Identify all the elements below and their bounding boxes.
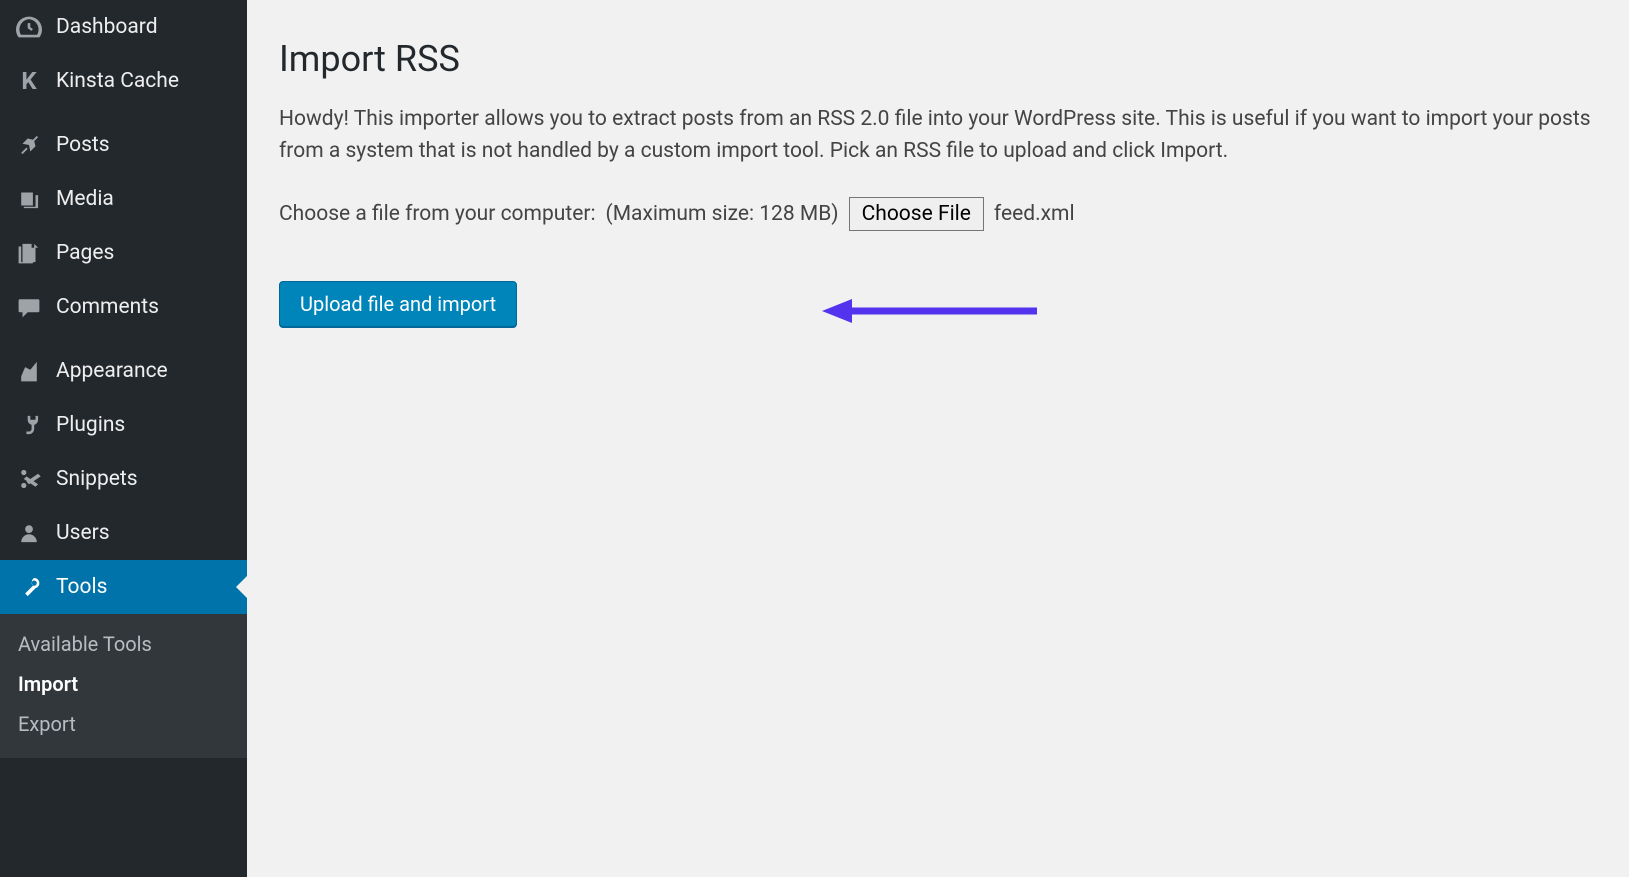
sidebar-item-label: Kinsta Cache xyxy=(56,69,179,93)
selected-filename: feed.xml xyxy=(994,202,1075,226)
sidebar-item-label: Comments xyxy=(56,295,159,319)
tools-icon xyxy=(14,572,44,602)
sidebar-item-kinsta-cache[interactable]: K Kinsta Cache xyxy=(0,54,247,108)
submenu-item-available-tools[interactable]: Available Tools xyxy=(0,624,247,664)
dashboard-icon xyxy=(14,12,44,42)
media-icon xyxy=(14,184,44,214)
submenu-item-label: Available Tools xyxy=(18,632,152,656)
users-icon xyxy=(14,518,44,548)
sidebar-item-users[interactable]: Users xyxy=(0,506,247,560)
submenu-item-export[interactable]: Export xyxy=(0,704,247,744)
choose-file-label: Choose a file from your computer: xyxy=(279,202,596,226)
comments-icon xyxy=(14,292,44,322)
sidebar-item-label: Media xyxy=(56,187,114,211)
sidebar-item-snippets[interactable]: Snippets xyxy=(0,452,247,506)
sidebar-item-label: Pages xyxy=(56,241,114,265)
submenu-item-label: Export xyxy=(18,712,76,736)
admin-sidebar: Dashboard K Kinsta Cache Posts Media Pag… xyxy=(0,0,247,877)
sidebar-item-pages[interactable]: Pages xyxy=(0,226,247,280)
submenu-item-import[interactable]: Import xyxy=(0,664,247,704)
sidebar-item-tools[interactable]: Tools xyxy=(0,560,247,614)
sidebar-item-label: Snippets xyxy=(56,467,138,491)
sidebar-item-label: Users xyxy=(56,521,110,545)
upload-import-button[interactable]: Upload file and import xyxy=(279,281,517,327)
page-title: Import RSS xyxy=(279,38,1597,80)
sidebar-item-label: Posts xyxy=(56,133,110,157)
sidebar-item-dashboard[interactable]: Dashboard xyxy=(0,0,247,54)
sidebar-item-appearance[interactable]: Appearance xyxy=(0,344,247,398)
sidebar-item-label: Appearance xyxy=(56,359,168,383)
file-upload-row: Choose a file from your computer: (Maxim… xyxy=(279,197,1597,231)
pin-icon xyxy=(14,130,44,160)
kinsta-icon: K xyxy=(14,66,44,96)
appearance-icon xyxy=(14,356,44,386)
sidebar-item-label: Dashboard xyxy=(56,15,158,39)
intro-text: Howdy! This importer allows you to extra… xyxy=(279,104,1597,167)
sidebar-item-plugins[interactable]: Plugins xyxy=(0,398,247,452)
submenu-item-label: Import xyxy=(18,672,78,696)
tools-submenu: Available Tools Import Export xyxy=(0,614,247,758)
sidebar-item-label: Tools xyxy=(56,575,107,599)
sidebar-item-label: Plugins xyxy=(56,413,125,437)
max-size-label: (Maximum size: 128 MB) xyxy=(606,202,839,226)
sidebar-item-comments[interactable]: Comments xyxy=(0,280,247,334)
pages-icon xyxy=(14,238,44,268)
menu-separator xyxy=(0,108,247,118)
arrow-annotation xyxy=(817,296,1047,326)
sidebar-item-posts[interactable]: Posts xyxy=(0,118,247,172)
choose-file-button[interactable]: Choose File xyxy=(849,197,984,231)
menu-separator xyxy=(0,334,247,344)
sidebar-item-media[interactable]: Media xyxy=(0,172,247,226)
plugins-icon xyxy=(14,410,44,440)
main-content: Import RSS Howdy! This importer allows y… xyxy=(247,0,1629,877)
snippets-icon xyxy=(14,464,44,494)
